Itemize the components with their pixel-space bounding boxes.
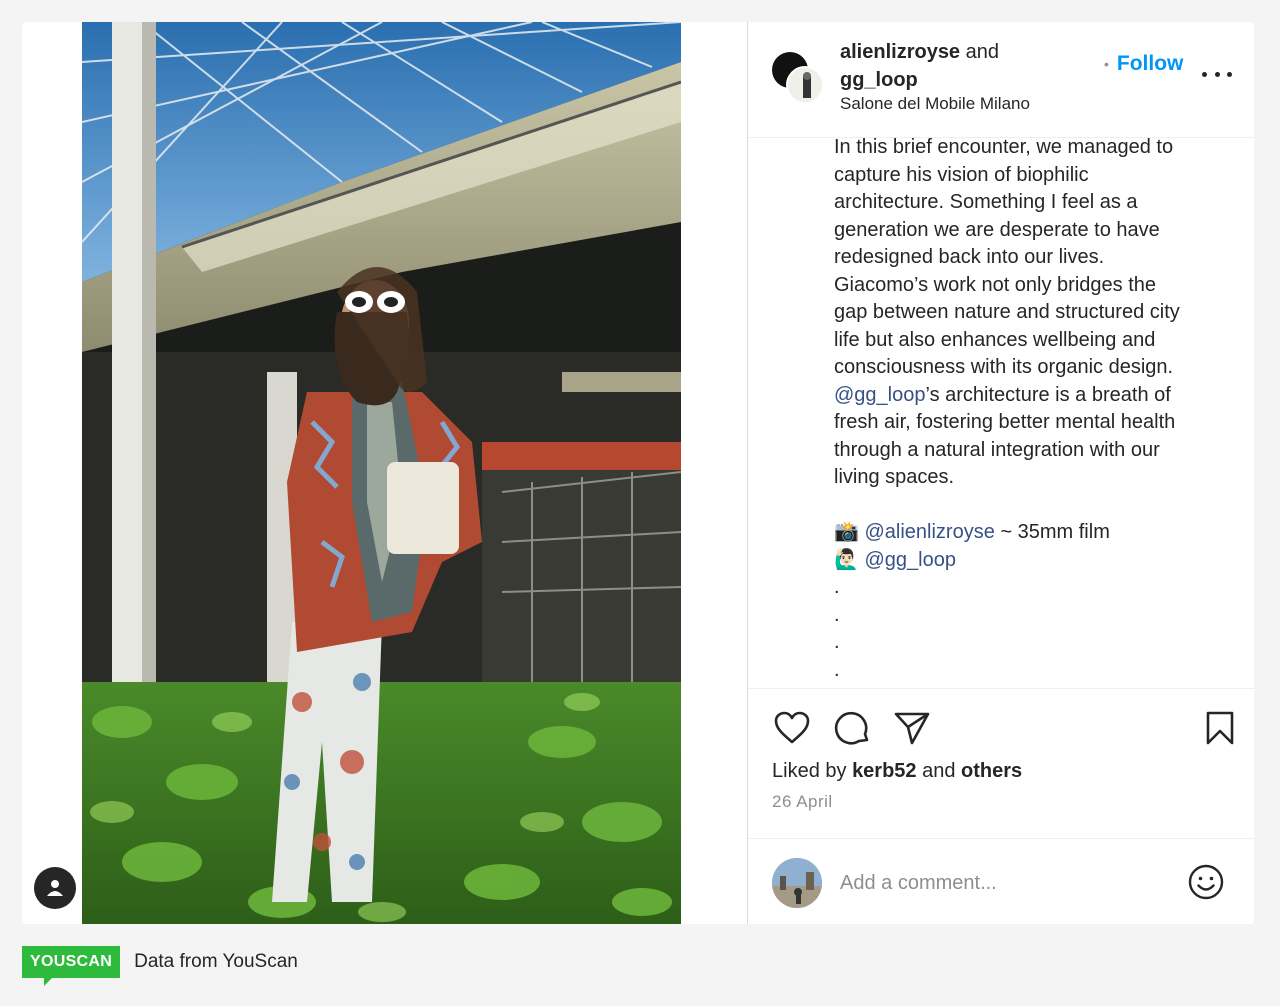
caption-line-8: life but also enhances wellbeing and	[834, 328, 1156, 351]
caption-line-3: architecture. Something I feel as a	[834, 191, 1138, 213]
author-link-alienlizroyse[interactable]: alienlizroyse	[840, 41, 960, 63]
source-footer: YOUSCAN Data from YouScan	[22, 946, 298, 986]
post-date[interactable]: 26 April	[772, 792, 833, 812]
post-caption: In this brief encounter, we managed to c…	[834, 134, 1234, 682]
youscan-logo: YOUSCAN	[22, 946, 121, 986]
caption-line-4: generation we are desperate to have	[834, 218, 1160, 241]
caption-line-12: through a natural integration with our	[834, 438, 1160, 461]
smiley-icon[interactable]	[1186, 862, 1226, 902]
post-header: alienlizroyse and gg_loop Salone del Mob…	[748, 22, 1254, 138]
liked-by-user[interactable]: kerb52	[852, 760, 917, 782]
caption-dot-1: .	[834, 576, 840, 598]
bookmark-icon[interactable]	[1200, 708, 1240, 748]
post-sidebar: alienlizroyse and gg_loop Salone del Mob…	[748, 22, 1254, 924]
authors-and: and	[960, 41, 999, 63]
caption-line-13: living spaces.	[834, 466, 955, 488]
more-options-icon[interactable]	[1202, 62, 1232, 86]
liked-by-and: and	[916, 760, 962, 782]
caption-line-9: consciousness with its organic design.	[834, 356, 1174, 378]
comment-input[interactable]	[840, 868, 1160, 898]
caption-line-1: In this brief encounter, we managed to	[834, 136, 1174, 158]
caption-line-10: @gg_loop’s architecture is a breath of	[834, 382, 1234, 410]
author-avatars[interactable]	[772, 52, 828, 108]
person-emoji-icon: 🙋🏻‍♂️	[834, 548, 859, 571]
caption-dot-2: .	[834, 603, 840, 626]
comment-icon[interactable]	[832, 708, 872, 748]
likes-summary: Liked by kerb52 and others	[772, 760, 1022, 783]
author-link-gg-loop[interactable]: gg_loop	[840, 69, 918, 91]
credit-subject: 🙋🏻‍♂️ @gg_loop	[834, 547, 1234, 575]
credit-photographer: 📸 @alienlizroyse ~ 35mm film	[834, 519, 1234, 547]
caption-line-5: redesigned back into our lives.	[834, 246, 1105, 268]
action-bar	[772, 708, 1234, 748]
comment-divider	[748, 838, 1254, 839]
mention-alienlizroyse[interactable]: @alienlizroyse	[864, 521, 994, 543]
camera-emoji-icon: 📸	[834, 521, 859, 543]
follow-label[interactable]: Follow	[1117, 52, 1184, 76]
caption-divider	[748, 688, 1254, 689]
user-icon	[47, 880, 63, 896]
source-text: Data from YouScan	[134, 951, 298, 972]
mention-gg-loop-credit[interactable]: @gg_loop	[864, 549, 955, 571]
caption-line-11: fresh air, fostering better mental healt…	[834, 411, 1176, 433]
caption-dot-3: .	[834, 631, 840, 653]
tagged-users-button[interactable]	[34, 867, 76, 909]
liked-by-others[interactable]: others	[961, 760, 1022, 782]
avatar-image	[788, 68, 822, 102]
caption-dot-4: .	[834, 658, 840, 681]
caption-line-2: capture his vision of biophilic	[834, 163, 1089, 186]
post-location[interactable]: Salone del Mobile Milano	[840, 94, 1030, 114]
photo-illustration	[82, 22, 681, 924]
follow-button[interactable]: • Follow	[1104, 52, 1183, 76]
credit-film: ~ 35mm film	[994, 521, 1110, 543]
send-icon[interactable]	[892, 708, 932, 748]
heart-icon[interactable]	[772, 708, 812, 748]
caption-line-7: gap between nature and structured city	[834, 301, 1180, 323]
avatar-gg-loop[interactable]	[786, 66, 824, 104]
follow-separator: •	[1104, 56, 1109, 72]
liked-by-prefix: Liked by	[772, 760, 853, 782]
post-media	[22, 22, 748, 924]
post-authors: alienlizroyse and gg_loop	[840, 38, 1100, 94]
caption-line-6: Giacomo’s work not only bridges the	[834, 273, 1157, 296]
post-photo[interactable]	[82, 22, 681, 924]
caption-line-10-rest: ’s architecture is a breath of	[925, 383, 1171, 406]
post-card: alienlizroyse and gg_loop Salone del Mob…	[22, 22, 1254, 924]
mention-gg-loop[interactable]: @gg_loop	[834, 384, 925, 406]
viewer-avatar	[772, 858, 822, 908]
